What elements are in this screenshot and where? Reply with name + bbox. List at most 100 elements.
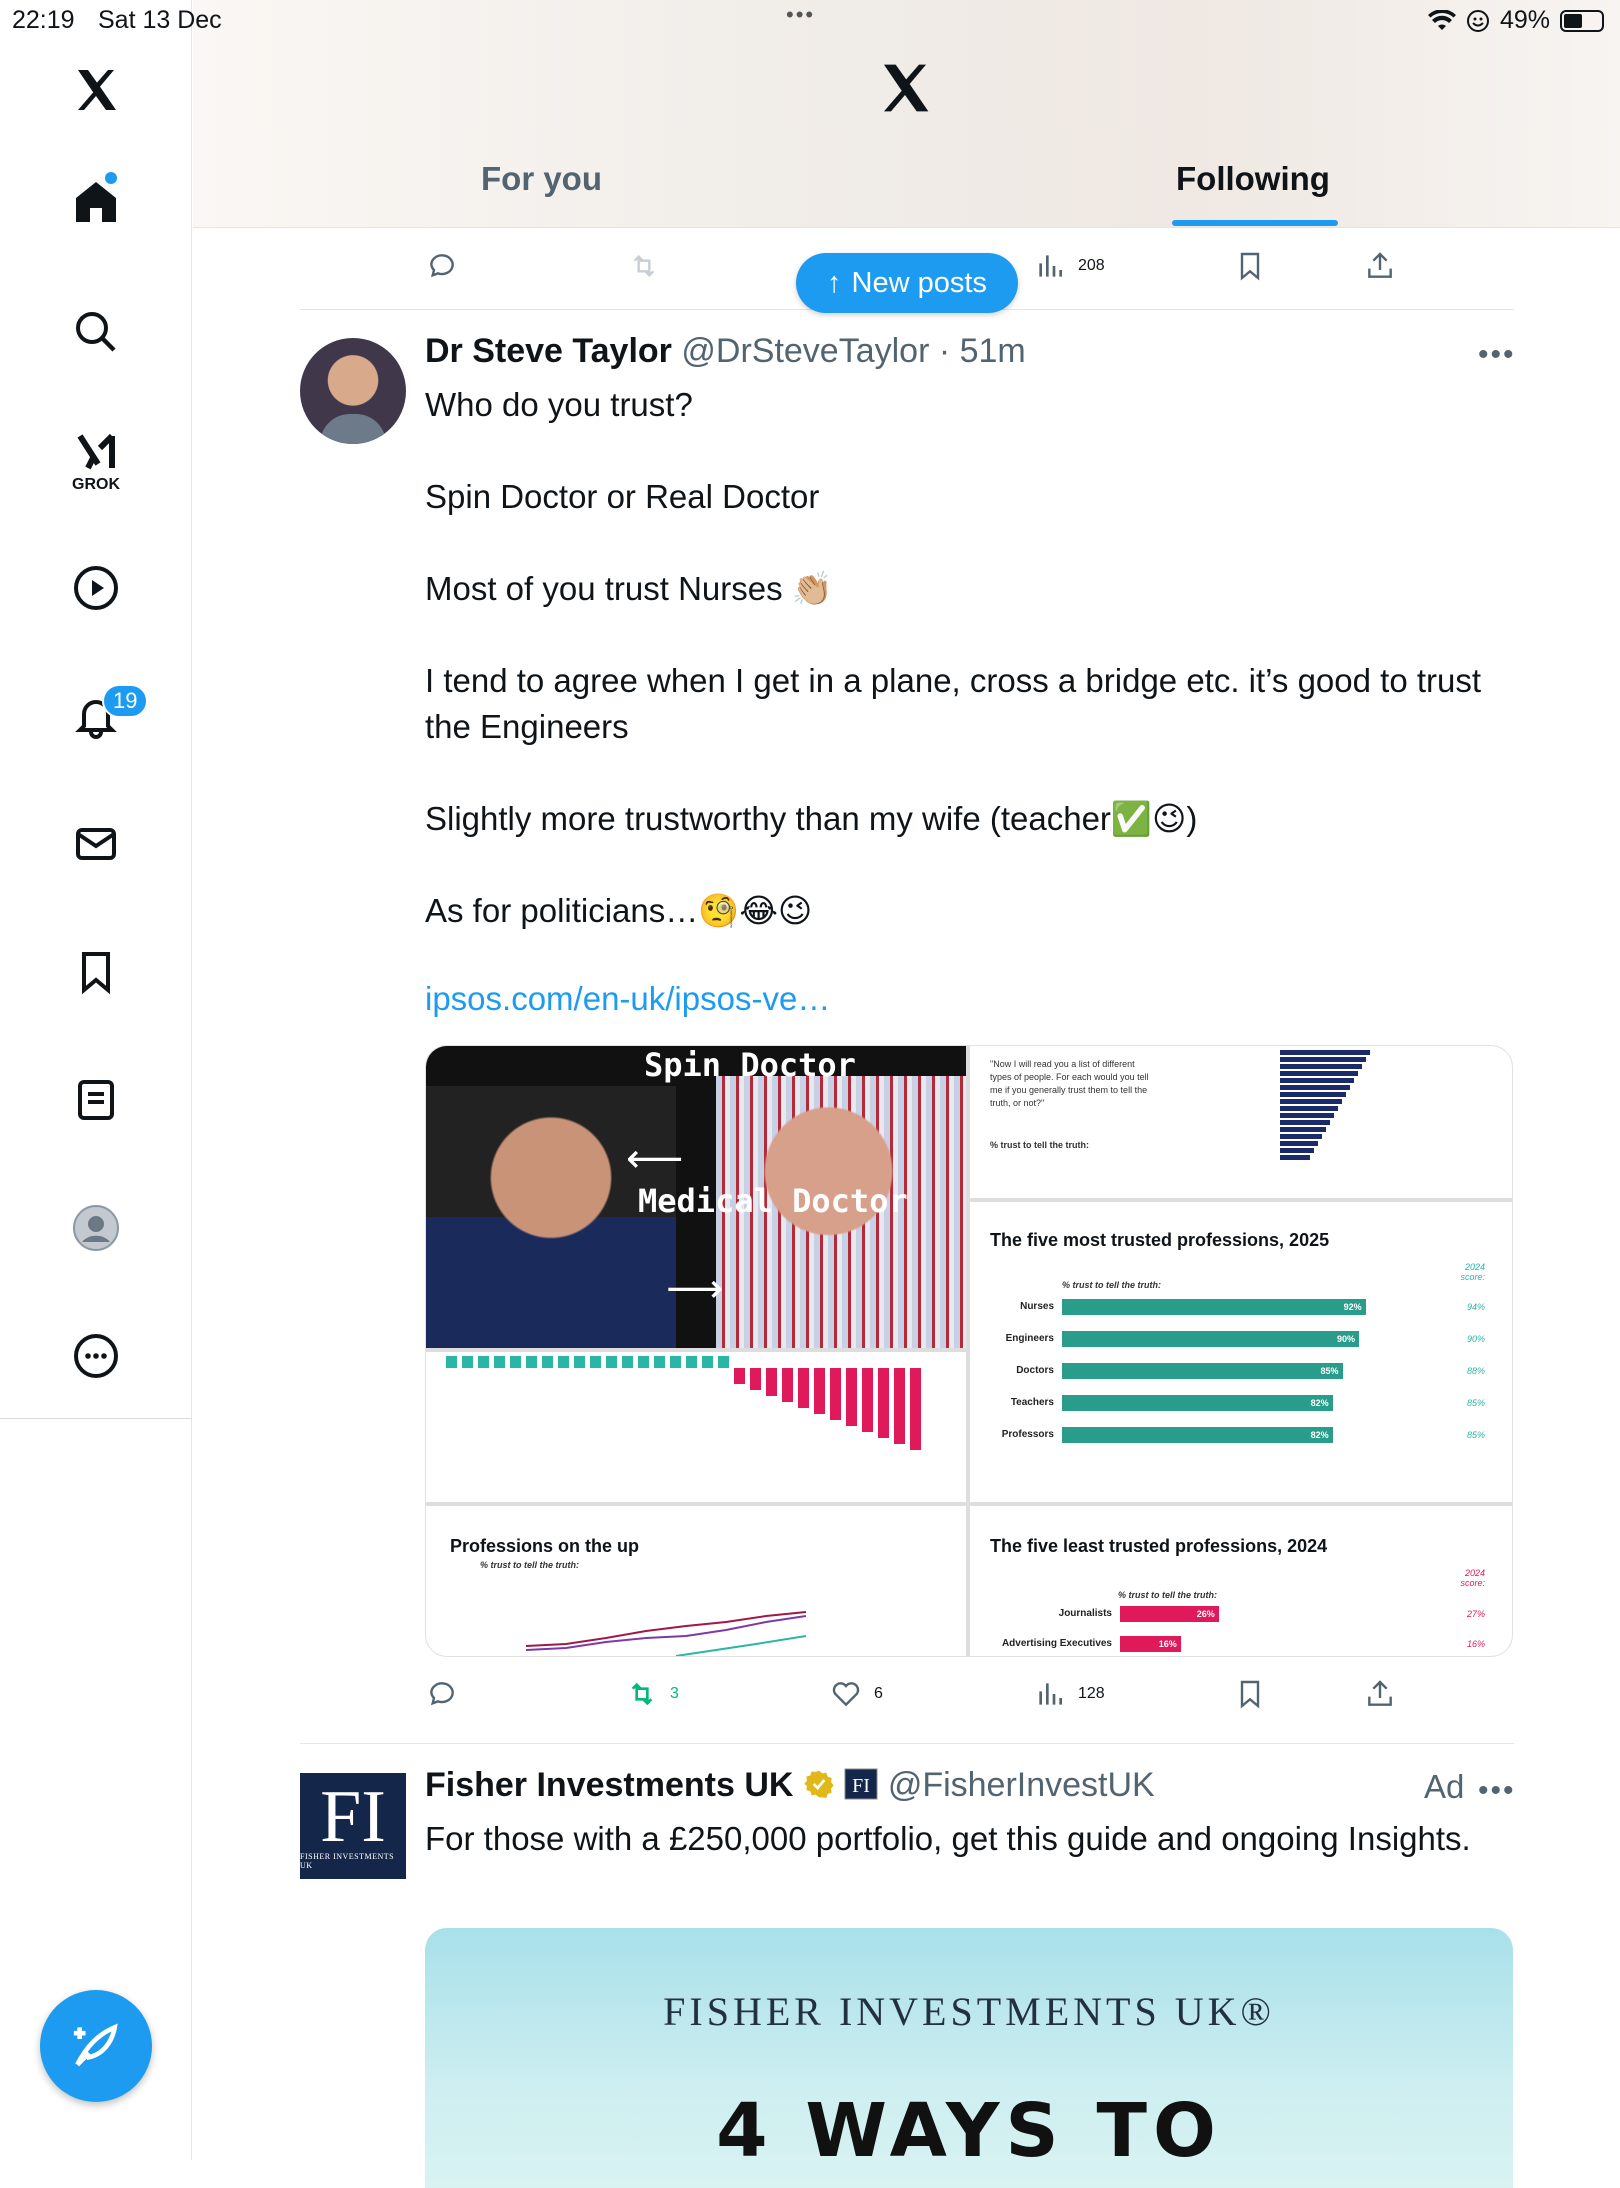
net-trust-bar (670, 1356, 681, 1368)
profile-avatar-icon[interactable] (64, 1196, 128, 1260)
battery-percent: 49% (1499, 6, 1550, 34)
ad-card[interactable]: FISHER INVESTMENTS UK® 4 WAYS TO (425, 1928, 1513, 2188)
ad-avatar[interactable]: FI FISHER INVESTMENTS UK (300, 1773, 406, 1879)
ad-author-name[interactable]: Fisher Investments UK (425, 1766, 793, 1804)
most-trusted-subtitle: % trust to tell the truth: (1062, 1280, 1161, 1290)
image-tile-doctors: Spin Doctor ⟵ Medical Doctor ⟶ (426, 1046, 966, 1348)
ad-handle[interactable]: @FisherInvestUK (888, 1766, 1155, 1804)
prev-reply-button[interactable] (426, 250, 458, 282)
prev-views-button[interactable]: 208 (1034, 250, 1105, 282)
net-trust-bar (606, 1356, 617, 1368)
author-avatar[interactable] (300, 338, 406, 444)
prev-bookmark-button[interactable] (1234, 250, 1266, 282)
share-icon (1368, 252, 1392, 278)
messages-icon[interactable] (64, 812, 128, 876)
post-author: Dr Steve Taylor @DrSteveTaylor · 51m (425, 332, 1026, 371)
search-icon[interactable] (64, 300, 128, 364)
least-score-header: 2024 score: (1460, 1568, 1485, 1588)
ad-avatar-logo: FI (320, 1776, 386, 1858)
wifi-icon (1427, 9, 1456, 30)
like-button[interactable]: 6 (830, 1678, 883, 1710)
battery-icon (1560, 9, 1604, 32)
post-more-icon[interactable]: ••• (1478, 338, 1516, 372)
new-posts-pill[interactable]: ↑ New posts (796, 253, 1018, 313)
bar-label: Professors (1001, 1429, 1054, 1440)
tab-following[interactable]: Following (1176, 160, 1330, 198)
dark-bar (1280, 1064, 1362, 1069)
net-trust-bar (526, 1356, 537, 1368)
image-tile-question: "Now I will read you a list of different… (970, 1046, 1512, 1198)
more-options-icon[interactable] (64, 1324, 128, 1388)
net-trust-bar (590, 1356, 601, 1368)
lists-icon[interactable] (64, 1068, 128, 1132)
bar-value: 82% (1310, 1430, 1329, 1440)
image-tile-on-the-up: Professions on the up % trust to tell th… (426, 1506, 966, 1656)
bar-label: Nurses (1020, 1301, 1054, 1312)
dark-bar (1280, 1099, 1342, 1104)
net-trust-bar (542, 1356, 553, 1368)
net-trust-bar (718, 1356, 729, 1368)
net-trust-bar (798, 1368, 809, 1408)
prev-score: 85% (1466, 1398, 1485, 1408)
prev-score: 88% (1466, 1366, 1485, 1376)
bookmarks-icon[interactable] (64, 940, 128, 1004)
x-header-logo-icon[interactable] (877, 60, 933, 121)
author-handle-time[interactable]: @DrSteveTaylor · 51m (681, 332, 1025, 370)
video-icon[interactable] (64, 556, 128, 620)
multitask-dots-icon[interactable]: ••• (786, 2, 815, 28)
affiliate-badge-icon: FI (844, 1768, 878, 1800)
home-icon[interactable] (64, 170, 128, 234)
bar (1062, 1331, 1359, 1347)
like-count: 6 (874, 1685, 883, 1702)
share-button[interactable] (1364, 1678, 1396, 1710)
views-button[interactable]: 128 (1034, 1678, 1105, 1710)
prev-repost-button[interactable] (628, 250, 660, 282)
post-link[interactable]: ipsos.com/en-uk/ipsos-ve… (425, 980, 830, 1018)
x-logo-icon[interactable] (64, 58, 128, 122)
bar-label: Journalists (1058, 1608, 1112, 1619)
grok-label: GROK (72, 476, 120, 493)
post-image[interactable]: Spin Doctor ⟵ Medical Doctor ⟶ "Now I wi… (425, 1045, 1513, 1657)
prev-score: 94% (1466, 1302, 1485, 1312)
net-trust-bar (878, 1368, 889, 1438)
repost-icon (633, 254, 655, 278)
net-trust-bar (510, 1356, 521, 1368)
compose-post-button[interactable] (40, 1990, 152, 2102)
bar-value: 16% (1158, 1639, 1177, 1649)
on-the-up-subtitle: % trust to tell the truth: (480, 1560, 579, 1570)
overlay-spin-doctor: Spin Doctor (644, 1046, 856, 1084)
ad-label: Ad (1424, 1768, 1465, 1805)
net-trust-bar (734, 1368, 745, 1384)
ad-more-icon[interactable]: ••• (1478, 1774, 1516, 1808)
dark-bar (1280, 1120, 1330, 1125)
active-tab-indicator (1172, 220, 1338, 226)
tab-for-you[interactable]: For you (481, 160, 602, 198)
compose-feather-icon (73, 2023, 118, 2067)
score-header: 2024 score: (1460, 1262, 1485, 1282)
author-name[interactable]: Dr Steve Taylor (425, 332, 672, 370)
share-icon (1368, 1680, 1392, 1706)
grok-icon[interactable] (64, 420, 128, 484)
dark-bar (1280, 1071, 1358, 1076)
bar-value: 85% (1320, 1366, 1339, 1376)
least-trusted-subtitle: % trust to tell the truth: (1118, 1590, 1217, 1600)
on-the-up-title: Professions on the up (450, 1536, 640, 1556)
net-trust-bar (830, 1368, 841, 1420)
arrow-up-icon: ↑ (827, 266, 842, 299)
dark-bar (1280, 1078, 1354, 1083)
dark-bar (1280, 1085, 1350, 1090)
repost-button[interactable]: 3 (626, 1678, 679, 1710)
reply-button[interactable] (426, 1678, 458, 1710)
repost-count: 3 (670, 1685, 679, 1702)
dark-bar (1280, 1092, 1346, 1097)
dark-bar (1280, 1141, 1318, 1146)
bar-label: Teachers (1010, 1397, 1054, 1408)
prev-share-button[interactable] (1364, 250, 1396, 282)
notifications-badge: 19 (102, 684, 149, 718)
views-icon (1039, 1683, 1062, 1705)
bookmark-button[interactable] (1234, 1678, 1266, 1710)
new-posts-label: New posts (851, 266, 987, 299)
net-trust-bar (494, 1356, 505, 1368)
dark-bar (1280, 1148, 1314, 1153)
status-right: 49% (1427, 6, 1604, 35)
